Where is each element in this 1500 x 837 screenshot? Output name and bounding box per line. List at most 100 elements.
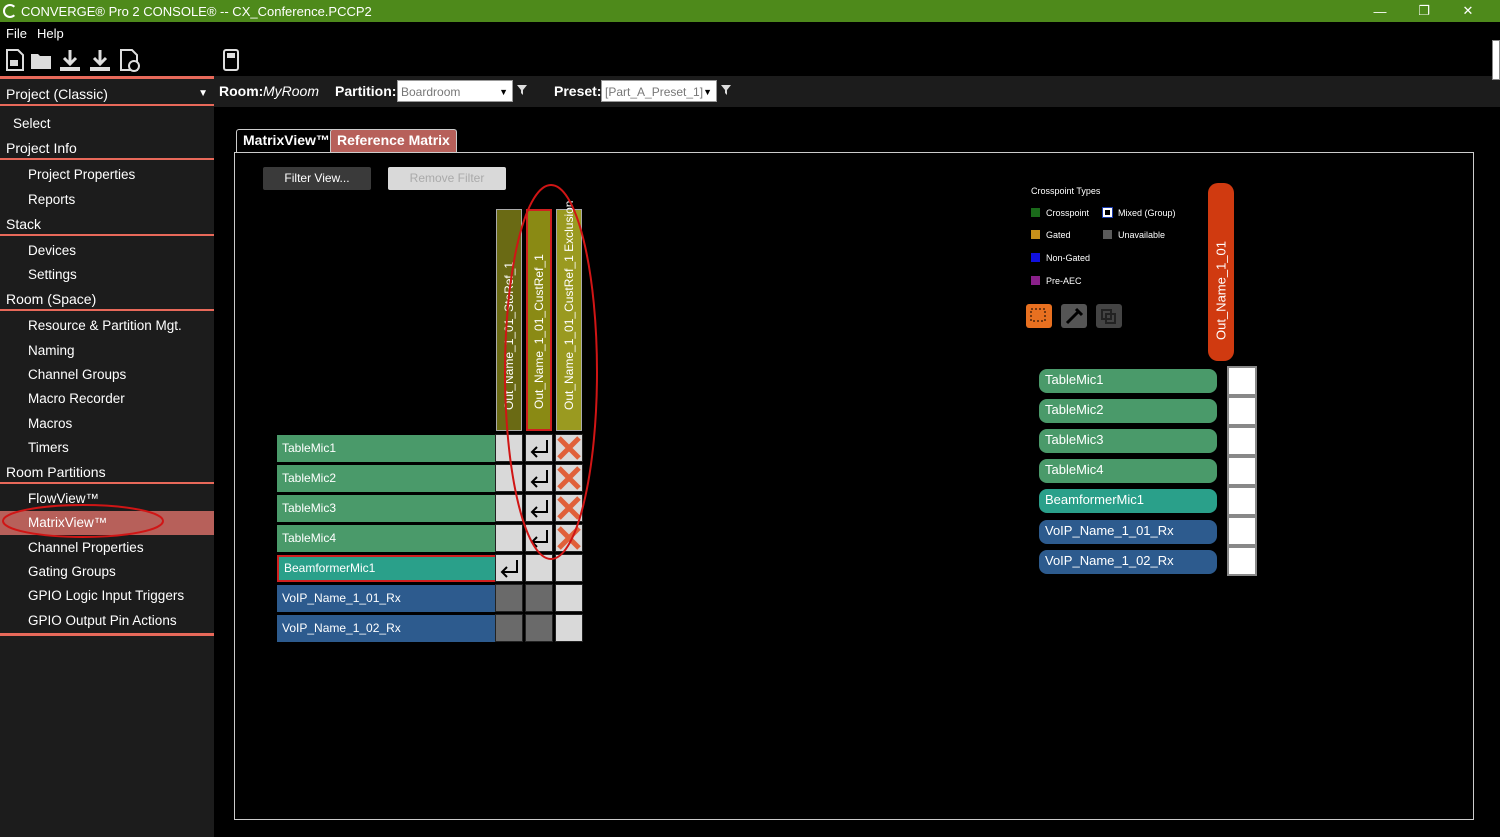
legend-title: Crosspoint Types [1031,186,1101,196]
tab-reference-matrix[interactable]: Reference Matrix [330,129,457,152]
legend-unavailable: Unavailable [1118,230,1166,240]
filter-icon[interactable] [517,85,527,95]
output-crosspoint-cell[interactable] [1227,516,1257,546]
crosspoint-cell[interactable] [555,614,583,642]
output-row-label[interactable]: VoIP_Name_1_01_Rx [1039,520,1217,544]
maximize-button[interactable]: ❐ [1401,0,1447,22]
room-value: MyRoom [263,83,320,99]
matrix-panel: Filter View... Remove Filter Out_Name_1_… [234,152,1474,820]
output-row-label[interactable]: TableMic3 [1039,429,1217,453]
legend-nongated: Non-Gated [1046,253,1091,263]
tool-icon[interactable] [1061,304,1087,328]
window-title: CONVERGE® Pro 2 CONSOLE® -- CX_Conferenc… [21,3,372,19]
app-logo-icon [3,4,17,18]
filter-icon[interactable] [721,85,731,95]
output-column-header[interactable]: Out_Name_1_01 [1208,183,1234,361]
row-label[interactable]: VoIP_Name_1_01_Rx [277,585,507,612]
sidebar-item-resource[interactable]: Resource & Partition Mgt. [0,314,214,338]
sidebar-item-devices[interactable]: Devices [0,239,214,263]
sidebar-item-gpio-input[interactable]: GPIO Logic Input Triggers [0,584,214,608]
output-row-label[interactable]: TableMic4 [1039,459,1217,483]
menu-bar: File Help [0,22,1500,44]
sidebar-item-channel-properties[interactable]: Channel Properties [0,536,214,560]
project-label: Project (Classic) [6,86,108,102]
gated-swatch [1031,230,1040,239]
preset-select[interactable]: [Part_A_Preset_1] ▼ [601,80,717,102]
output-label: Out_Name_1_01 [1213,240,1229,340]
output-crosspoint-cell[interactable] [1227,546,1257,576]
dropdown-icon: ▼ [198,88,208,99]
mixed-swatch [1102,207,1113,218]
chevron-down-icon: ▼ [499,87,508,97]
menu-help[interactable]: Help [37,26,64,41]
scrollbar-thumb[interactable] [1492,40,1500,80]
sidebar-item-timers[interactable]: Timers [0,436,214,460]
preset-value: [Part_A_Preset_1] [605,85,704,99]
highlight-ellipse [504,184,598,560]
sidebar-item-macro-recorder[interactable]: Macro Recorder [0,387,214,411]
output-crosspoint-cell[interactable] [1227,486,1257,516]
sidebar-header-stack: Stack [0,212,214,236]
row-label[interactable]: BeamformerMic1 [277,555,507,582]
output-crosspoint-cell[interactable] [1227,456,1257,486]
output-crosspoint-cell[interactable] [1227,366,1257,396]
row-label[interactable]: TableMic1 [277,435,507,462]
sidebar-header-project-info: Project Info [0,136,214,160]
legend-gated: Gated [1046,230,1071,240]
project-selector[interactable]: Project (Classic) ▼ [0,82,214,106]
row-label[interactable]: VoIP_Name_1_02_Rx [277,615,507,642]
room-label: Room: [219,83,264,99]
menu-file[interactable]: File [6,26,27,41]
sidebar-item-project-properties[interactable]: Project Properties [0,163,214,187]
download-icon[interactable] [58,48,82,72]
sidebar-item-macros[interactable]: Macros [0,412,214,436]
download-all-icon[interactable] [88,48,112,72]
row-label[interactable]: TableMic2 [277,465,507,492]
legend-crosspoint: Crosspoint [1046,208,1090,218]
sidebar-item-select[interactable]: Select [0,112,214,136]
partition-value: Boardroom [401,85,461,99]
output-row-label[interactable]: TableMic1 [1039,369,1217,393]
sidebar-item-gating-groups[interactable]: Gating Groups [0,560,214,584]
row-label[interactable]: TableMic4 [277,525,507,552]
title-bar: CONVERGE® Pro 2 CONSOLE® -- CX_Conferenc… [0,0,1500,22]
crosspoint-cell[interactable] [495,614,523,642]
copy-icon[interactable] [1096,304,1122,328]
sidebar: Project (Classic) ▼ Select Project Info P… [0,76,214,837]
crosspoint-cell[interactable] [525,614,553,642]
legend-preaec: Pre-AEC [1046,276,1082,286]
output-crosspoint-cell[interactable] [1227,396,1257,426]
sidebar-header-room: Room (Space) [0,287,214,311]
toolbar [0,44,1500,76]
sidebar-item-gpio-output[interactable]: GPIO Output Pin Actions [0,609,214,633]
output-row-label[interactable]: TableMic2 [1039,399,1217,423]
partition-select[interactable]: Boardroom ▼ [397,80,513,102]
sidebar-divider [0,633,214,636]
output-row-label[interactable]: BeamformerMic1 [1039,489,1217,513]
nongated-swatch [1031,253,1040,262]
partition-label: Partition: [335,83,397,99]
row-label[interactable]: TableMic3 [277,495,507,522]
output-row-label[interactable]: VoIP_Name_1_02_Rx [1039,550,1217,574]
minimize-button[interactable]: — [1357,0,1403,22]
close-file-icon[interactable] [117,48,141,72]
remove-filter-button[interactable]: Remove Filter [388,167,506,190]
close-button[interactable]: ✕ [1445,0,1491,22]
crosspoint-cell[interactable] [555,584,583,612]
select-area-icon[interactable] [1026,304,1052,328]
main-content: MatrixView™ Reference Matrix Filter View… [214,107,1500,837]
filter-view-button[interactable]: Filter View... [263,167,371,190]
sidebar-item-reports[interactable]: Reports [0,188,214,212]
new-file-icon[interactable] [3,48,27,72]
preaec-swatch [1031,276,1040,285]
sidebar-item-settings[interactable]: Settings [0,263,214,287]
output-crosspoint-cell[interactable] [1227,426,1257,456]
open-folder-icon[interactable] [29,48,53,72]
device-icon[interactable] [219,48,243,72]
sidebar-item-naming[interactable]: Naming [0,339,214,363]
sidebar-item-channel-groups[interactable]: Channel Groups [0,363,214,387]
crosspoint-cell[interactable] [495,584,523,612]
tab-matrixview[interactable]: MatrixView™ [236,129,337,152]
crosspoint-cell[interactable] [525,584,553,612]
preset-label: Preset: [554,83,602,99]
